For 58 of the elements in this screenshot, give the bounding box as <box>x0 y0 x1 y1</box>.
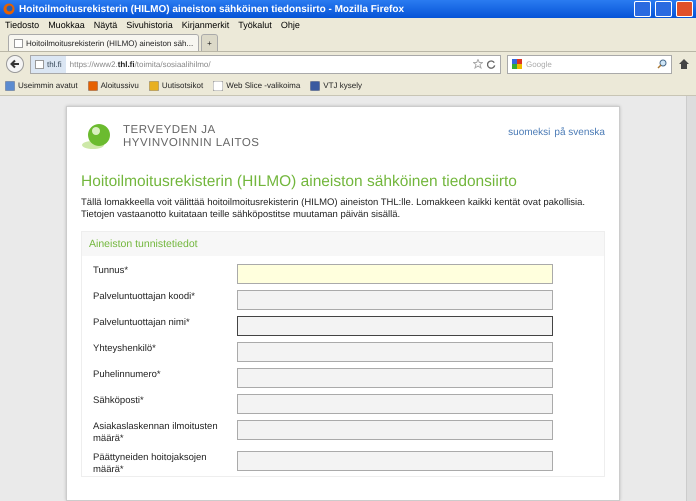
field-label: Puhelinnumero* <box>93 368 162 381</box>
bookmark-icon <box>148 80 159 90</box>
reload-icon[interactable] <box>487 60 496 68</box>
window-title: Hoitoilmoitusrekisterin (HILMO) aineiston sähköinen tiedonsiirto - Mozilla Firefox <box>19 4 406 14</box>
bookmark-icon <box>5 80 15 90</box>
bookmark-link[interactable]: Useimmin avatut <box>18 81 78 90</box>
language-link[interactable]: suomeksi <box>508 127 550 138</box>
scrollbar[interactable] <box>686 96 696 501</box>
field-label: Asiakaslaskennan ilmoitusten määrä* <box>93 420 219 445</box>
input-field[interactable] <box>237 368 553 388</box>
google-icon <box>512 59 522 69</box>
logo-text: TERVEYDEN JA HYVINVOINNIN LAITOS <box>123 124 260 150</box>
menu-item[interactable]: Kirjanmerkit <box>182 20 230 30</box>
field-label: Yhteyshenkilö* <box>93 342 157 355</box>
url-text: https://www2.thl.fi/toimita/sosiaalihilmo/ <box>70 60 212 68</box>
close-button[interactable] <box>676 1 693 17</box>
menu-item[interactable]: Työkalut <box>238 20 272 30</box>
star-icon[interactable] <box>473 59 483 69</box>
input-field[interactable] <box>237 264 553 284</box>
menu-item[interactable]: Tiedosto <box>5 20 40 30</box>
bookmark-icon <box>310 80 320 90</box>
site-identity: thl.fi <box>47 60 62 68</box>
section-title: Aineiston tunnistetiedot <box>82 232 604 256</box>
input-field[interactable] <box>237 342 553 362</box>
bookmark-link[interactable]: Aloitussivu <box>100 81 139 90</box>
bookmark-link[interactable]: Web Slice -valikoima <box>226 81 300 90</box>
input-field[interactable] <box>237 451 553 471</box>
menu-item[interactable]: Ohje <box>280 20 300 30</box>
firefox-icon <box>3 3 15 15</box>
home-icon[interactable] <box>678 58 690 70</box>
back-button[interactable] <box>6 55 24 73</box>
field-label: Palveluntuottajan nimi* <box>93 316 191 329</box>
input-field[interactable] <box>237 420 553 440</box>
bookmark-link[interactable]: Uutisotsikot <box>162 81 204 90</box>
field-label: Palveluntuottajan koodi* <box>93 290 196 303</box>
menu-item[interactable]: Sivuhistoria <box>126 20 173 30</box>
bookmark-icon <box>88 80 98 90</box>
input-field[interactable] <box>237 290 553 310</box>
input-field[interactable] <box>237 316 553 336</box>
bookmark-link[interactable]: VTJ kysely <box>323 81 362 90</box>
minimize-button[interactable] <box>634 1 651 17</box>
field-label: Päättyneiden hoitojaksojen määrä* <box>93 451 208 476</box>
page-icon <box>14 38 23 48</box>
restore-button[interactable] <box>655 1 672 17</box>
menu-item[interactable]: Näytä <box>94 20 118 30</box>
language-link[interactable]: på svenska <box>554 127 605 138</box>
search-icon[interactable] <box>657 59 667 69</box>
intro-text: Tällä lomakkeella voit välittää hoitoilmoitusrekisterin (HILMO) aineiston THL:lle. Lomakkeen kaikki kentät ovat pakollisia. Tietojen vastaanotto kuitataan teille sähköpostitse muutaman päivän sisällä. <box>81 197 586 221</box>
browser-tab[interactable]: Hoitoilmoitusrekisterin (HILMO) aineiston säh... <box>8 34 200 51</box>
address-field[interactable]: thl.fi https://www2.thl.fi/toimita/sosiaalihilmo/ <box>30 54 501 74</box>
field-label: Tunnus* <box>93 264 130 277</box>
menu-item[interactable]: Muokkaa <box>48 20 85 30</box>
input-field[interactable] <box>237 394 553 414</box>
field-label: Sähköposti* <box>93 394 145 407</box>
page-icon <box>35 60 44 68</box>
new-tab-button[interactable]: + <box>201 34 218 51</box>
page-heading: Hoitoilmoitusrekisterin (HILMO) aineiston sähköinen tiedonsiirto <box>81 173 518 191</box>
bookmark-icon <box>213 80 224 90</box>
